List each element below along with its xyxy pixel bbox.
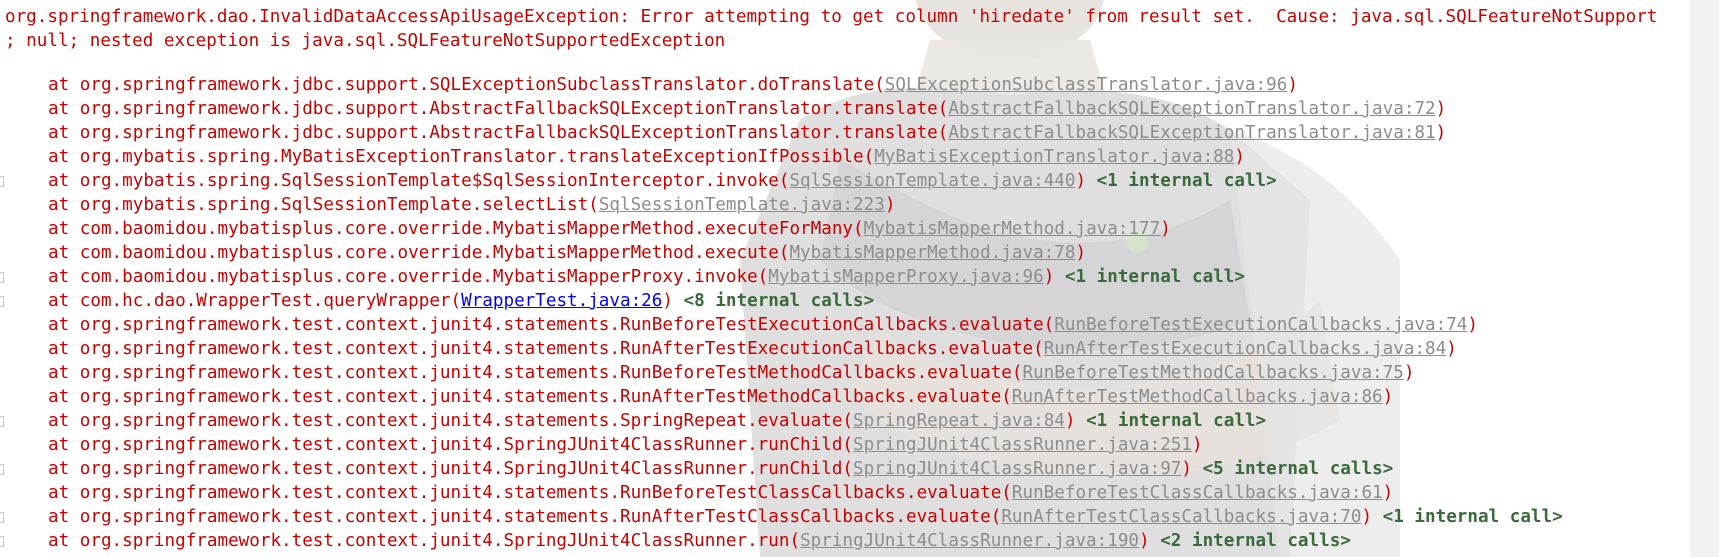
frame-source-link[interactable]: RunBeforeTestMethodCallbacks.java:75 (1023, 363, 1404, 383)
frame-source-link[interactable]: SQLExceptionSubclassTranslator.java:96 (885, 75, 1288, 95)
frame-close-paren: ) (1234, 147, 1245, 167)
internal-calls-fold[interactable]: <8 internal calls> (673, 291, 875, 311)
frame-method: at org.springframework.test.context.juni… (48, 387, 1012, 407)
internal-calls-fold[interactable]: <5 internal calls> (1192, 459, 1394, 479)
internal-calls-fold[interactable]: <1 internal call> (1086, 171, 1277, 191)
frame-close-paren: ) (1075, 171, 1087, 191)
frame-method: at org.mybatis.spring.MyBatisExceptionTr… (48, 147, 875, 167)
frame-close-paren: ) (1382, 387, 1394, 407)
frame-method: at com.hc.dao.WrapperTest.queryWrapper( (48, 291, 462, 311)
fold-gutter-icon[interactable] (0, 512, 4, 523)
stack-frame: at org.springframework.jdbc.support.Abst… (48, 97, 1446, 121)
internal-calls-fold[interactable]: <2 internal calls> (1150, 531, 1351, 551)
fold-gutter-icon[interactable] (0, 536, 4, 547)
stack-frame: at com.hc.dao.WrapperTest.queryWrapper(W… (48, 289, 874, 313)
frame-source-link[interactable]: MybatisMapperMethod.java:78 (789, 243, 1075, 263)
frame-source-link[interactable]: MybatisMapperProxy.java:96 (768, 267, 1043, 287)
frame-source-link[interactable]: RunAfterTestClassCallbacks.java:70 (1001, 507, 1361, 527)
frame-source-link[interactable]: MyBatisExceptionTranslator.java:88 (874, 147, 1234, 167)
frame-source-link[interactable]: SpringJUnit4ClassRunner.java:251 (853, 435, 1192, 455)
frame-method: at org.springframework.test.context.juni… (48, 459, 854, 479)
frame-method: at org.springframework.test.context.juni… (48, 531, 801, 551)
fold-gutter-icon[interactable] (0, 464, 4, 475)
stack-frame: at org.mybatis.spring.SqlSessionTemplate… (48, 169, 1277, 193)
stack-frame: at com.baomidou.mybatisplus.core.overrid… (48, 217, 1171, 241)
frame-source-link[interactable]: RunBeforeTestExecutionCallbacks.java:74 (1054, 315, 1467, 335)
frame-source-link[interactable]: SqlSessionTemplate.java:223 (599, 195, 885, 215)
frame-method: at com.baomidou.mybatisplus.core.overrid… (48, 267, 769, 287)
frame-close-paren: ) (1446, 339, 1457, 359)
stack-frame: at org.springframework.test.context.juni… (48, 529, 1351, 553)
fold-gutter-icon[interactable] (0, 272, 4, 283)
frame-close-paren: ) (1361, 507, 1373, 527)
stack-frame: at org.mybatis.spring.MyBatisExceptionTr… (48, 145, 1245, 169)
frame-method: at org.springframework.test.context.juni… (48, 483, 1012, 503)
frame-close-paren: ) (884, 195, 896, 215)
stack-frame: at org.springframework.jdbc.support.SQLE… (48, 73, 1298, 97)
frame-close-paren: ) (1075, 243, 1087, 263)
console-output: org.springframework.dao.InvalidDataAcces… (0, 0, 1719, 557)
frame-source-link[interactable]: RunAfterTestMethodCallbacks.java:86 (1012, 387, 1383, 407)
frame-source-link[interactable]: SpringJUnit4ClassRunner.java:97 (853, 459, 1181, 479)
frame-source-link[interactable]: RunBeforeTestClassCallbacks.java:61 (1012, 483, 1383, 503)
stack-frame: at org.springframework.test.context.juni… (48, 313, 1478, 337)
frame-method: at org.springframework.test.context.juni… (48, 507, 1002, 527)
internal-calls-fold[interactable]: <1 internal call> (1054, 267, 1245, 287)
stack-frame: at com.baomidou.mybatisplus.core.overrid… (48, 241, 1086, 265)
frame-method: at org.springframework.jdbc.support.Abst… (48, 123, 949, 143)
frame-method: at org.springframework.test.context.juni… (48, 315, 1055, 335)
stack-frame: at org.springframework.test.context.juni… (48, 505, 1563, 529)
fold-gutter-icon[interactable] (0, 296, 4, 307)
frame-source-link[interactable]: RunAfterTestExecutionCallbacks.java:84 (1044, 339, 1447, 359)
stack-frame: at org.springframework.test.context.juni… (48, 457, 1393, 481)
frame-method: at org.springframework.test.context.juni… (48, 411, 854, 431)
stack-frame: at org.springframework.test.context.juni… (48, 409, 1266, 433)
frame-close-paren: ) (662, 291, 673, 311)
stack-frame: at com.baomidou.mybatisplus.core.overrid… (48, 265, 1245, 289)
frame-close-paren: ) (1181, 459, 1192, 479)
exception-message-line-1: org.springframework.dao.InvalidDataAcces… (5, 7, 1658, 27)
fold-gutter-icon[interactable] (0, 416, 4, 427)
frame-method: at org.springframework.test.context.juni… (48, 339, 1044, 359)
frame-close-paren: ) (1435, 123, 1447, 143)
exception-message-line-2: ; null; nested exception is java.sql.SQL… (5, 31, 726, 51)
frame-method: at com.baomidou.mybatisplus.core.overrid… (48, 219, 864, 239)
frame-method: at org.springframework.test.context.juni… (48, 435, 854, 455)
frame-close-paren: ) (1435, 99, 1447, 119)
stack-frame: at org.mybatis.spring.SqlSessionTemplate… (48, 193, 895, 217)
frame-source-link[interactable]: AbstractFallbackSQLExceptionTranslator.j… (948, 123, 1435, 143)
frame-method: at org.springframework.test.context.juni… (48, 363, 1023, 383)
frame-close-paren: ) (1043, 267, 1055, 287)
frame-method: at org.springframework.jdbc.support.SQLE… (48, 75, 885, 95)
frame-source-link[interactable]: SpringRepeat.java:84 (853, 411, 1065, 431)
frame-method: at org.mybatis.spring.SqlSessionTemplate… (48, 195, 599, 215)
frame-close-paren: ) (1160, 219, 1171, 239)
frame-method: at org.springframework.jdbc.support.Abst… (48, 99, 949, 119)
frame-source-link[interactable]: SqlSessionTemplate.java:440 (789, 171, 1075, 191)
frame-source-link[interactable]: AbstractFallbackSQLExceptionTranslator.j… (948, 99, 1435, 119)
stack-frame: at org.springframework.test.context.juni… (48, 433, 1203, 457)
stack-frame: at org.springframework.jdbc.support.Abst… (48, 121, 1446, 145)
internal-calls-fold[interactable]: <1 internal call> (1075, 411, 1266, 431)
frame-close-paren: ) (1064, 411, 1076, 431)
frame-close-paren: ) (1192, 435, 1203, 455)
frame-method: at com.baomidou.mybatisplus.core.overrid… (48, 243, 790, 263)
frame-close-paren: ) (1467, 315, 1478, 335)
frame-close-paren: ) (1139, 531, 1150, 551)
frame-source-link[interactable]: WrapperTest.java:26 (461, 291, 662, 311)
stack-frame: at org.springframework.test.context.juni… (48, 385, 1393, 409)
frame-method: at org.mybatis.spring.SqlSessionTemplate… (48, 171, 790, 191)
stack-frame: at org.springframework.test.context.juni… (48, 481, 1393, 505)
frame-close-paren: ) (1382, 483, 1394, 503)
fold-gutter-icon[interactable] (0, 176, 4, 187)
frame-source-link[interactable]: MybatisMapperMethod.java:177 (864, 219, 1161, 239)
stack-frame: at org.springframework.test.context.juni… (48, 361, 1414, 385)
internal-calls-fold[interactable]: <1 internal call> (1372, 507, 1563, 527)
frame-close-paren: ) (1403, 363, 1415, 383)
frame-source-link[interactable]: SpringJUnit4ClassRunner.java:190 (800, 531, 1139, 551)
stack-frame: at org.springframework.test.context.juni… (48, 337, 1457, 361)
frame-close-paren: ) (1287, 75, 1298, 95)
